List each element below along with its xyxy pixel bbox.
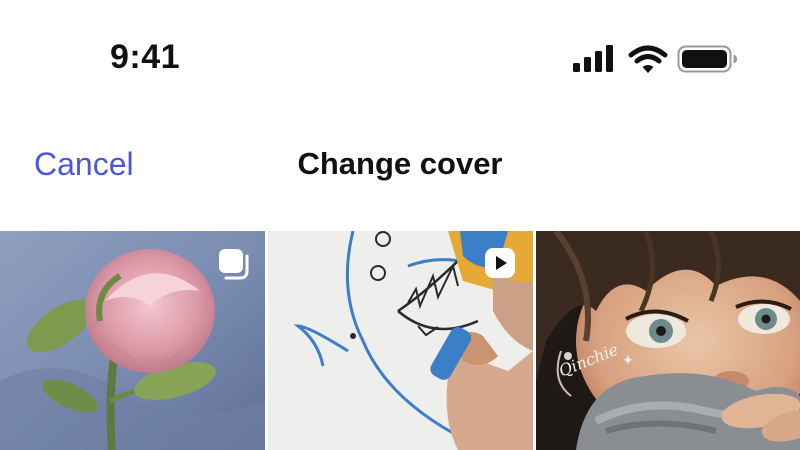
- video-play-icon: [485, 248, 515, 278]
- battery-icon: [677, 45, 737, 73]
- navigation-bar: Change cover Cancel: [0, 130, 800, 200]
- multiple-photos-icon: [219, 249, 249, 280]
- status-time: 9:41: [110, 38, 181, 76]
- cancel-button[interactable]: Cancel: [34, 146, 134, 183]
- cover-photo-grid: Qinchie ✦: [0, 231, 800, 450]
- sparkle-icon: ✦: [622, 352, 634, 368]
- status-icons: [573, 44, 743, 74]
- grid-item-portrait-illustration[interactable]: Qinchie ✦: [536, 231, 800, 450]
- cellular-signal-icon: [573, 45, 613, 72]
- grid-item-rose-painting[interactable]: [0, 231, 265, 450]
- grid-item-shark-drawing[interactable]: [268, 231, 533, 450]
- status-bar: 9:41: [0, 0, 800, 110]
- portrait-illustration-thumbnail: [536, 231, 800, 450]
- wifi-icon: [628, 45, 668, 73]
